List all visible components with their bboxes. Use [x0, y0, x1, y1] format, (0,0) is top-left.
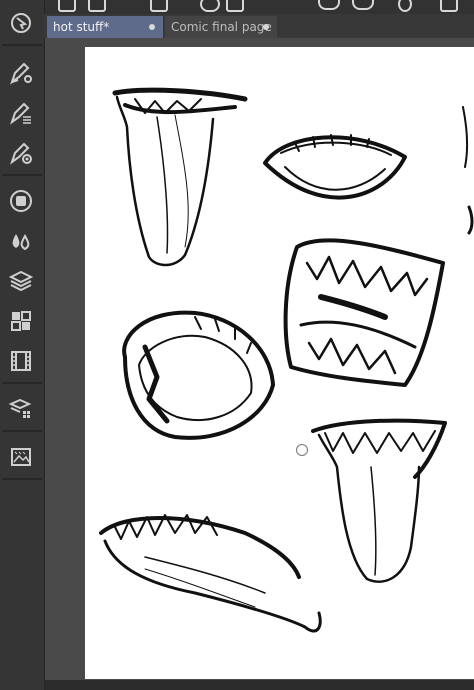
- top-toolbar: [0, 0, 474, 14]
- toolbar-button[interactable]: [226, 0, 244, 12]
- film-strip-icon[interactable]: [4, 346, 38, 376]
- pen-settings-icon[interactable]: [4, 58, 38, 88]
- tool-palette: [0, 0, 45, 690]
- layers-icon[interactable]: [4, 266, 38, 296]
- drawing-canvas[interactable]: [85, 47, 474, 679]
- layer-property-icon[interactable]: [4, 394, 38, 424]
- pen-list-icon[interactable]: [4, 98, 38, 128]
- redo-icon[interactable]: [352, 0, 374, 10]
- add-button[interactable]: [200, 0, 220, 12]
- toolbar-button[interactable]: [88, 0, 106, 12]
- toolbar-button[interactable]: [58, 0, 76, 12]
- pen-target-icon[interactable]: [4, 138, 38, 168]
- divider: [2, 430, 42, 432]
- undo-icon[interactable]: [318, 0, 340, 10]
- settings-icon[interactable]: [398, 0, 412, 12]
- status-bar: [45, 680, 474, 690]
- color-circle-icon[interactable]: [4, 186, 38, 216]
- tab-label: hot stuff*: [53, 20, 110, 34]
- divider: [2, 478, 42, 480]
- document-tab-bar: hot stuff* Comic final page: [44, 14, 474, 38]
- brush-cursor: [296, 444, 308, 456]
- close-tab-icon[interactable]: [263, 24, 269, 30]
- mouth-sketches: [99, 87, 474, 633]
- subtool-icon[interactable]: [4, 8, 38, 38]
- divider: [2, 382, 42, 384]
- close-tab-icon[interactable]: [149, 24, 155, 30]
- image-panel-icon[interactable]: [4, 442, 38, 472]
- toolbar-button[interactable]: [440, 0, 458, 12]
- divider: [2, 44, 42, 46]
- tab-comic-final-page[interactable]: Comic final page: [165, 16, 277, 38]
- divider: [2, 174, 42, 176]
- color-drops-icon[interactable]: [4, 226, 38, 256]
- tab-hot-stuff[interactable]: hot stuff*: [47, 16, 163, 38]
- tab-label: Comic final page: [171, 20, 272, 34]
- material-grid-icon[interactable]: [4, 306, 38, 336]
- toolbar-button[interactable]: [150, 0, 168, 12]
